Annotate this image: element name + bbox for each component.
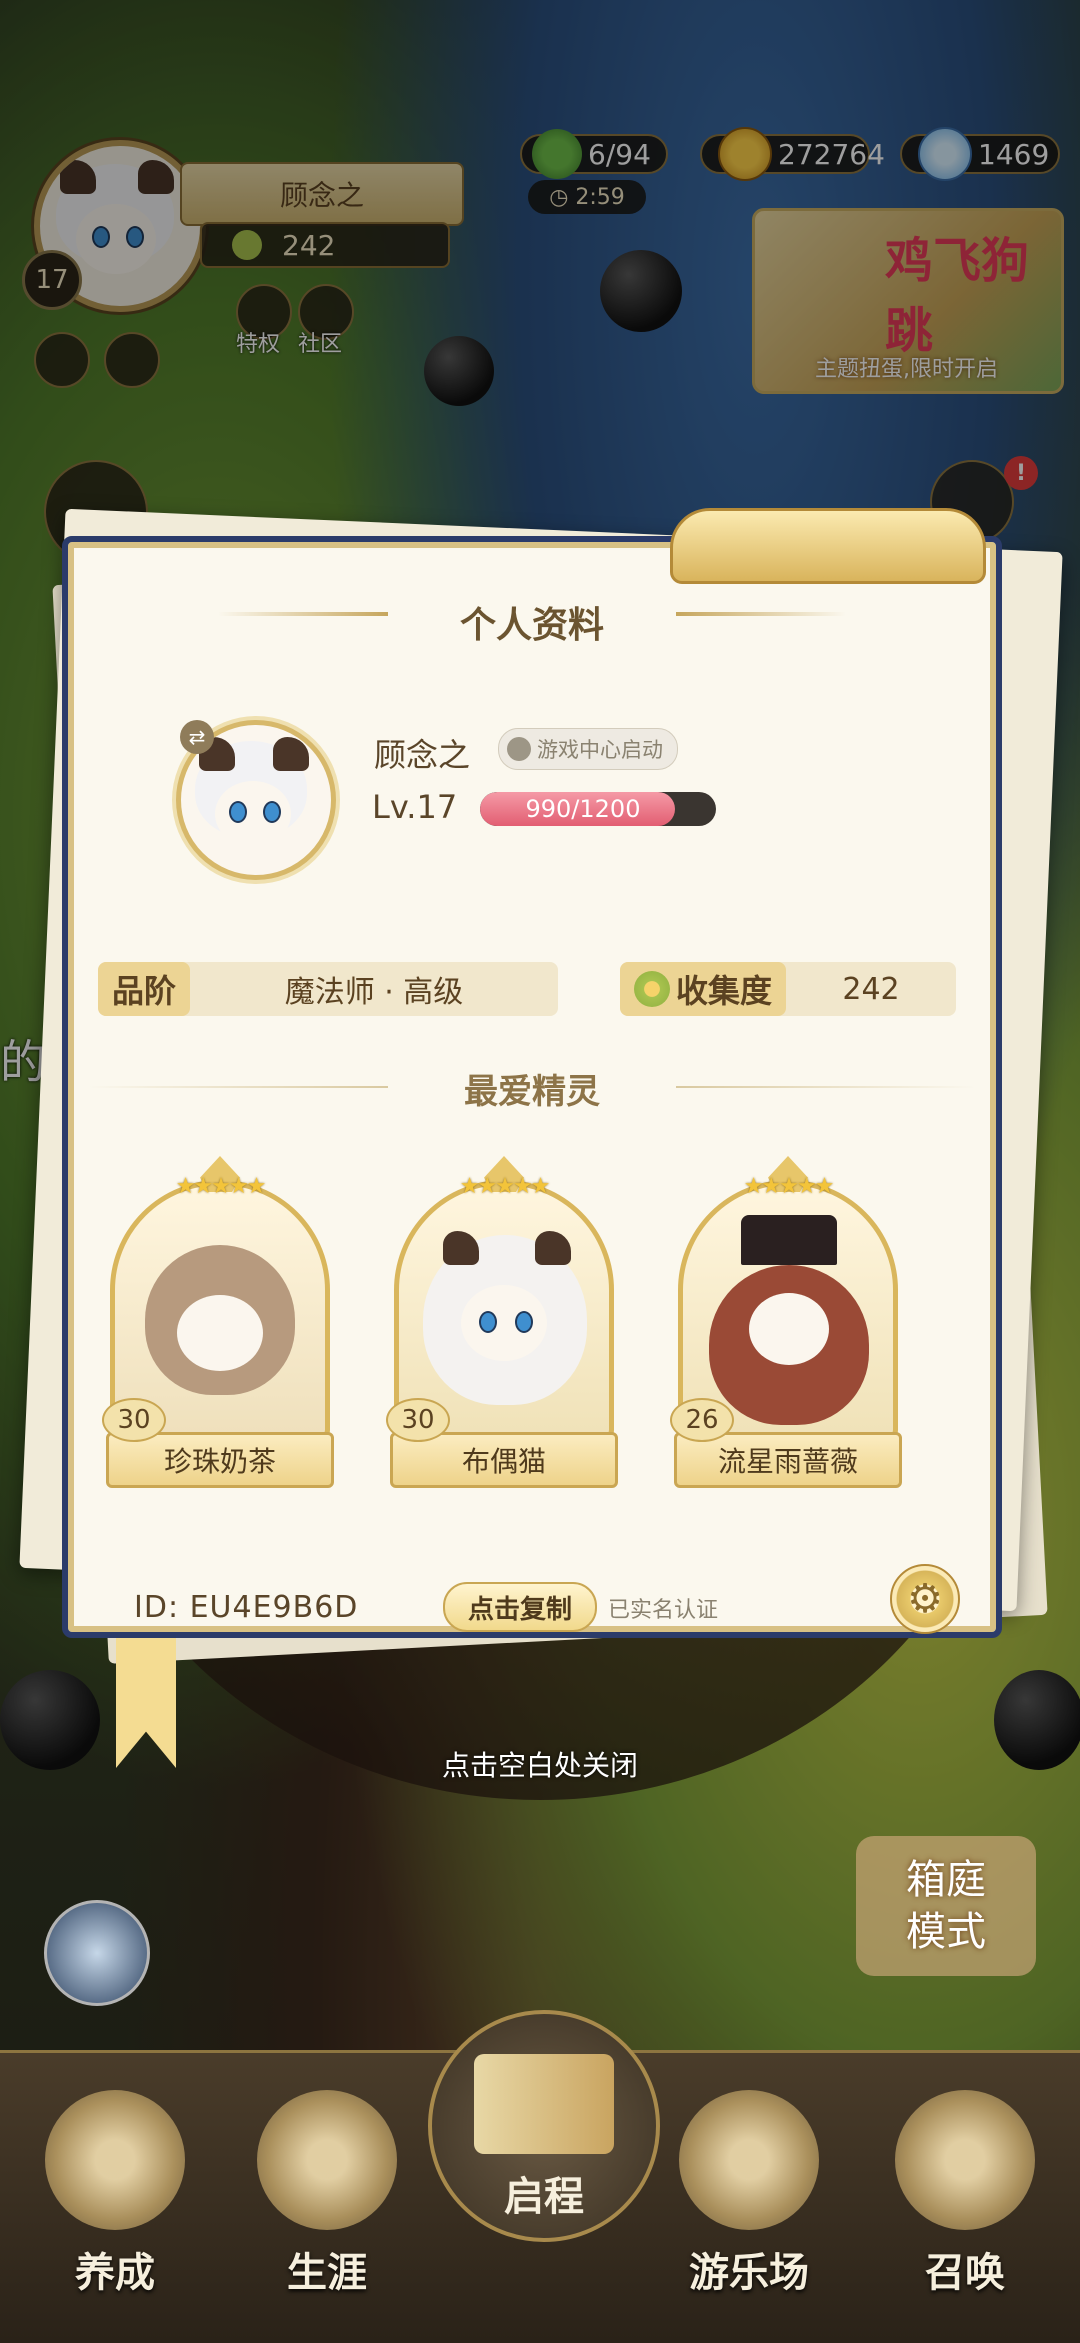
close-hint: 点击空白处关闭 (441, 1749, 638, 1782)
profile-name: 顾念之 (374, 736, 471, 774)
star-rating: ★★★★★ (175, 1174, 267, 1199)
panel-title: 个人资料 (459, 605, 604, 646)
flower-icon (634, 971, 670, 1007)
playground-icon (679, 2090, 819, 2230)
box-mode-button[interactable]: 箱庭 模式 (856, 1836, 1036, 1976)
xp-text: 990/1200 (525, 795, 641, 823)
summon-card-icon (895, 2090, 1035, 2230)
spirit-level: 26 (670, 1398, 734, 1442)
rank-label: 品阶 (98, 962, 191, 1016)
nav-career[interactable]: 生涯 (232, 2090, 422, 2320)
nav-depart[interactable]: 启程 (428, 2010, 660, 2242)
game-center-tag: 游戏中心启动 (498, 728, 678, 770)
copy-id-button[interactable]: 点击复制 (443, 1582, 597, 1632)
collection-row: 收集度 242 (620, 962, 956, 1016)
swap-avatar-icon[interactable]: ⇄ (180, 720, 214, 754)
gear-icon[interactable]: ⚙ (890, 1564, 960, 1634)
profile-level: Lv.17 (372, 788, 458, 826)
panel-corner-ornament (670, 508, 986, 584)
profile-panel: 个人资料 ⇄ 顾念之 游戏中心启动 Lv.17 990/1200 品阶 魔法师 … (62, 508, 1002, 1638)
book-icon (474, 2054, 614, 2154)
favorite-card[interactable]: ★★★★★ 30 布偶猫 (386, 1156, 618, 1488)
spirit-level: 30 (386, 1398, 450, 1442)
nav-summon[interactable]: 召唤 (870, 2090, 1060, 2320)
favorite-card[interactable]: ★★★★★ 26 流星雨蔷薇 (670, 1156, 902, 1488)
crown-icon (257, 2090, 397, 2230)
favorites-title: 最爱精灵 (464, 1072, 600, 1112)
collection-label: 收集度 (620, 962, 787, 1016)
star-rating: ★★★★★ (743, 1174, 835, 1199)
rank-row: 品阶 魔法师 · 高级 (98, 962, 558, 1016)
character-icon (45, 2090, 185, 2230)
moon-orb-icon[interactable] (44, 1900, 150, 2006)
penguin-icon (507, 737, 531, 761)
rank-value: 魔法师 · 高级 (284, 975, 464, 1010)
nav-playground[interactable]: 游乐场 (654, 2090, 844, 2320)
xp-bar: 990/1200 (480, 792, 716, 826)
collection-value: 242 (842, 971, 900, 1007)
spirit-level: 30 (102, 1398, 166, 1442)
player-id: ID: EU4E9B6D (134, 1590, 359, 1625)
favorite-card[interactable]: ★★★★★ 30 珍珠奶茶 (102, 1156, 334, 1488)
verified-status: 已实名认证 (608, 1598, 719, 1623)
nav-develop[interactable]: 养成 (20, 2090, 210, 2320)
star-rating: ★★★★★ (459, 1174, 551, 1199)
